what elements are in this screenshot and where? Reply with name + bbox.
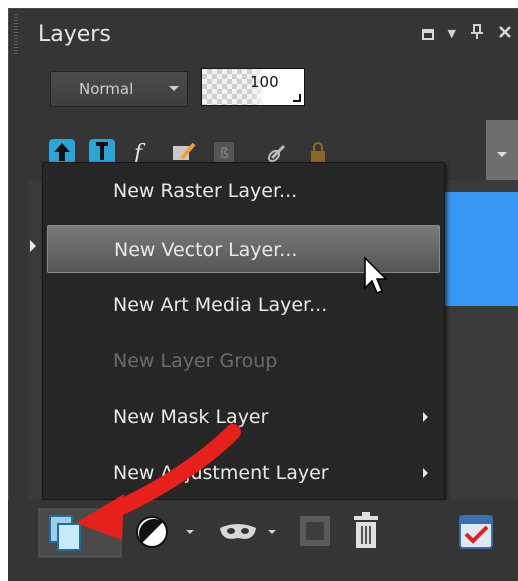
annotation-arrow bbox=[76, 424, 241, 540]
